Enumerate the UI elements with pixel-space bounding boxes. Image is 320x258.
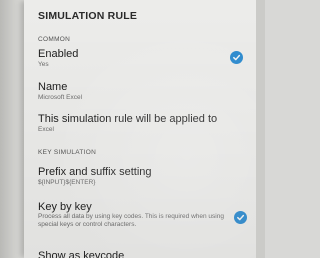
key-by-key-checkbox[interactable]	[234, 211, 247, 224]
setting-enabled-value: Yes	[38, 61, 49, 68]
enabled-checkbox[interactable]	[230, 51, 243, 64]
setting-partial-next[interactable]: Show as keycode	[38, 250, 124, 258]
device-bezel-right	[256, 0, 265, 258]
setting-prefix-suffix-value: ${INPUT}${ENTER}	[38, 179, 96, 186]
device-bezel-left	[0, 0, 24, 258]
setting-name-value: Microsoft Excel	[38, 94, 83, 101]
setting-enabled-title: Enabled	[38, 48, 79, 60]
settings-screen: SIMULATION RULE COMMON Enabled Yes Name …	[24, 0, 256, 258]
setting-applied-to-title: This simulation rule will be applied to	[38, 113, 218, 125]
setting-applied-to-value: Excel	[38, 126, 54, 133]
setting-key-by-key-title: Key by key	[38, 201, 92, 213]
setting-name-title: Name	[38, 81, 68, 93]
section-common-label: COMMON	[38, 36, 71, 43]
setting-key-by-key-description: Process all data by using key codes. Thi…	[38, 213, 224, 228]
checkmark-icon	[237, 214, 245, 221]
setting-prefix-suffix-title: Prefix and suffix setting	[38, 166, 152, 178]
page-title: SIMULATION RULE	[38, 10, 138, 22]
section-key-simulation-label: KEY SIMULATION	[38, 149, 97, 156]
checkmark-icon	[233, 54, 241, 61]
